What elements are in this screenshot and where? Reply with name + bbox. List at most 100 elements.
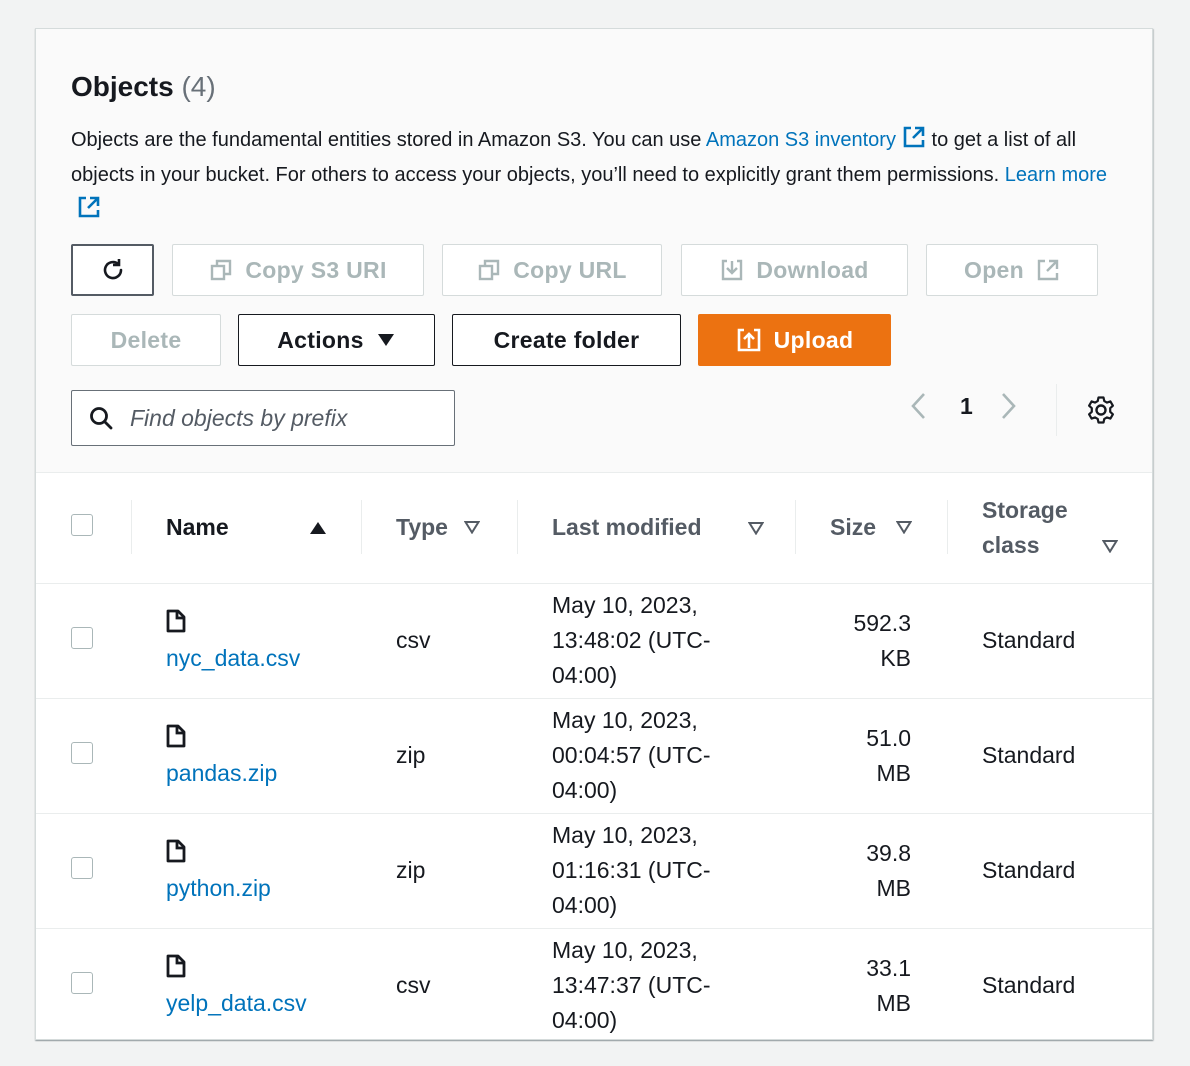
column-header-name[interactable]: Name (131, 473, 361, 583)
table-header-row: Name Type Last modified Size Storage cla… (36, 473, 1152, 583)
copy-s3-uri-label: Copy S3 URI (245, 256, 387, 283)
create-folder-button[interactable]: Create folder (452, 314, 681, 366)
upload-label: Upload (773, 326, 854, 353)
column-label-type: Type (396, 514, 448, 541)
upload-button[interactable]: Upload (698, 314, 891, 366)
column-header-size[interactable]: Size (795, 473, 947, 583)
inventory-link[interactable]: Amazon S3 inventory (705, 126, 926, 151)
actions-dropdown[interactable]: Actions (238, 314, 435, 366)
create-folder-label: Create folder (493, 326, 640, 353)
last-modified-cell: May 10, 2023, 13:47:37 (UTC- 04:00) (517, 928, 795, 1043)
object-type: csv (396, 627, 431, 653)
learn-more-text: Learn more (1004, 164, 1108, 186)
column-header-storage-class[interactable]: Storage class (947, 473, 1152, 583)
object-name-link[interactable]: nyc_data.csv (166, 645, 361, 672)
last-modified-line: 04:00) (552, 662, 618, 688)
table-row: pandas.zip zip May 10, 2023, 00:04:57 (U… (36, 698, 1152, 813)
copy-s3-uri-button[interactable]: Copy S3 URI (172, 244, 424, 296)
size-value: 33.1 (866, 954, 911, 981)
last-modified-line: 00:04:57 (UTC- (552, 742, 711, 768)
chevron-left-icon[interactable] (908, 391, 930, 421)
size-cell: 592.3 KB (795, 583, 947, 698)
row-checkbox[interactable] (71, 971, 93, 994)
table-row: nyc_data.csv csv May 10, 2023, 13:48:02 … (36, 583, 1152, 698)
size-cell: 51.0 MB (795, 698, 947, 813)
size-value: 592.3 (853, 609, 911, 636)
refresh-icon (103, 259, 122, 280)
pagination: 1 (908, 391, 1019, 421)
caret-down-icon (377, 334, 394, 346)
size-cell: 39.8 MB (795, 813, 947, 928)
last-modified-cell: May 10, 2023, 00:04:57 (UTC- 04:00) (517, 698, 795, 813)
row-checkbox[interactable] (71, 741, 93, 764)
download-button[interactable]: Download (681, 244, 908, 296)
last-modified-line: 01:16:31 (UTC- (552, 857, 711, 883)
size-value: 51.0 (866, 724, 911, 751)
object-type: zip (396, 742, 426, 768)
column-header-type[interactable]: Type (361, 473, 517, 583)
column-header-last-modified[interactable]: Last modified (517, 473, 795, 583)
copy-url-label: Copy URL (513, 256, 627, 283)
object-name-link[interactable]: pandas.zip (166, 760, 361, 787)
settings-gear-icon[interactable] (1086, 395, 1116, 425)
open-button[interactable]: Open (926, 244, 1098, 296)
inventory-link-text: Amazon S3 inventory (705, 129, 896, 151)
row-checkbox[interactable] (71, 856, 93, 879)
column-label-last-modified: Last modified (552, 514, 702, 541)
size-unit: MB (876, 874, 912, 901)
copy-icon (479, 259, 500, 281)
pagination-divider (1056, 384, 1057, 436)
storage-class: Standard (982, 627, 1076, 653)
external-link-icon (1037, 259, 1059, 281)
object-name-link[interactable]: yelp_data.csv (166, 990, 361, 1017)
objects-header: Objects (4) Objects are the fundamental … (36, 29, 1152, 473)
column-separator (517, 500, 518, 554)
sort-icon[interactable] (464, 520, 481, 535)
size-value: 39.8 (866, 839, 911, 866)
sort-icon[interactable] (896, 520, 913, 535)
object-count: (4) (181, 71, 216, 102)
copy-url-button[interactable]: Copy URL (442, 244, 662, 296)
column-label-name: Name (166, 514, 229, 541)
row-checkbox[interactable] (71, 626, 93, 649)
download-icon (722, 259, 743, 281)
page-number[interactable]: 1 (960, 393, 973, 420)
column-separator (361, 500, 362, 554)
last-modified-line: 13:48:02 (UTC- (552, 627, 711, 653)
refresh-button[interactable] (71, 244, 154, 296)
objects-description: Objects are the fundamental entities sto… (71, 123, 1111, 228)
search-input[interactable] (128, 403, 452, 433)
select-all-checkbox[interactable] (71, 513, 93, 536)
description-text-1: Objects are the fundamental entities sto… (71, 129, 706, 151)
column-label-size: Size (830, 514, 877, 541)
chevron-right-icon[interactable] (997, 391, 1019, 421)
open-label: Open (964, 256, 1024, 283)
external-link-icon (903, 126, 925, 148)
object-type: csv (396, 972, 431, 999)
last-modified-line: 04:00) (552, 892, 618, 918)
object-name-link[interactable]: python.zip (166, 875, 361, 902)
sort-ascending-icon[interactable] (309, 521, 327, 535)
sort-icon[interactable] (1102, 539, 1118, 553)
last-modified-line: May 10, 2023, (552, 937, 698, 964)
size-unit: MB (876, 759, 912, 786)
copy-icon (211, 259, 232, 281)
objects-panel: Objects (4) Objects are the fundamental … (35, 28, 1153, 1040)
last-modified-line: 13:47:37 (UTC- (552, 972, 711, 999)
column-separator (947, 500, 948, 554)
select-all-cell (36, 473, 131, 583)
table-row: yelp_data.csv csv May 10, 2023, 13:47:37… (36, 928, 1152, 1043)
last-modified-cell: May 10, 2023, 01:16:31 (UTC- 04:00) (517, 813, 795, 928)
last-modified-line: May 10, 2023, (552, 707, 698, 733)
object-type: zip (396, 857, 426, 883)
last-modified-line: 04:00) (552, 777, 618, 803)
last-modified-line: May 10, 2023, (552, 822, 698, 848)
sort-icon[interactable] (748, 521, 764, 535)
column-label-storage-class: Storage class (982, 496, 1068, 558)
delete-button[interactable]: Delete (71, 314, 221, 366)
column-separator (795, 500, 796, 554)
objects-table: Name Type Last modified Size Storage cla… (36, 473, 1152, 1043)
last-modified-line: May 10, 2023, (552, 592, 698, 618)
search-box[interactable] (71, 390, 455, 446)
file-icon (166, 724, 186, 748)
